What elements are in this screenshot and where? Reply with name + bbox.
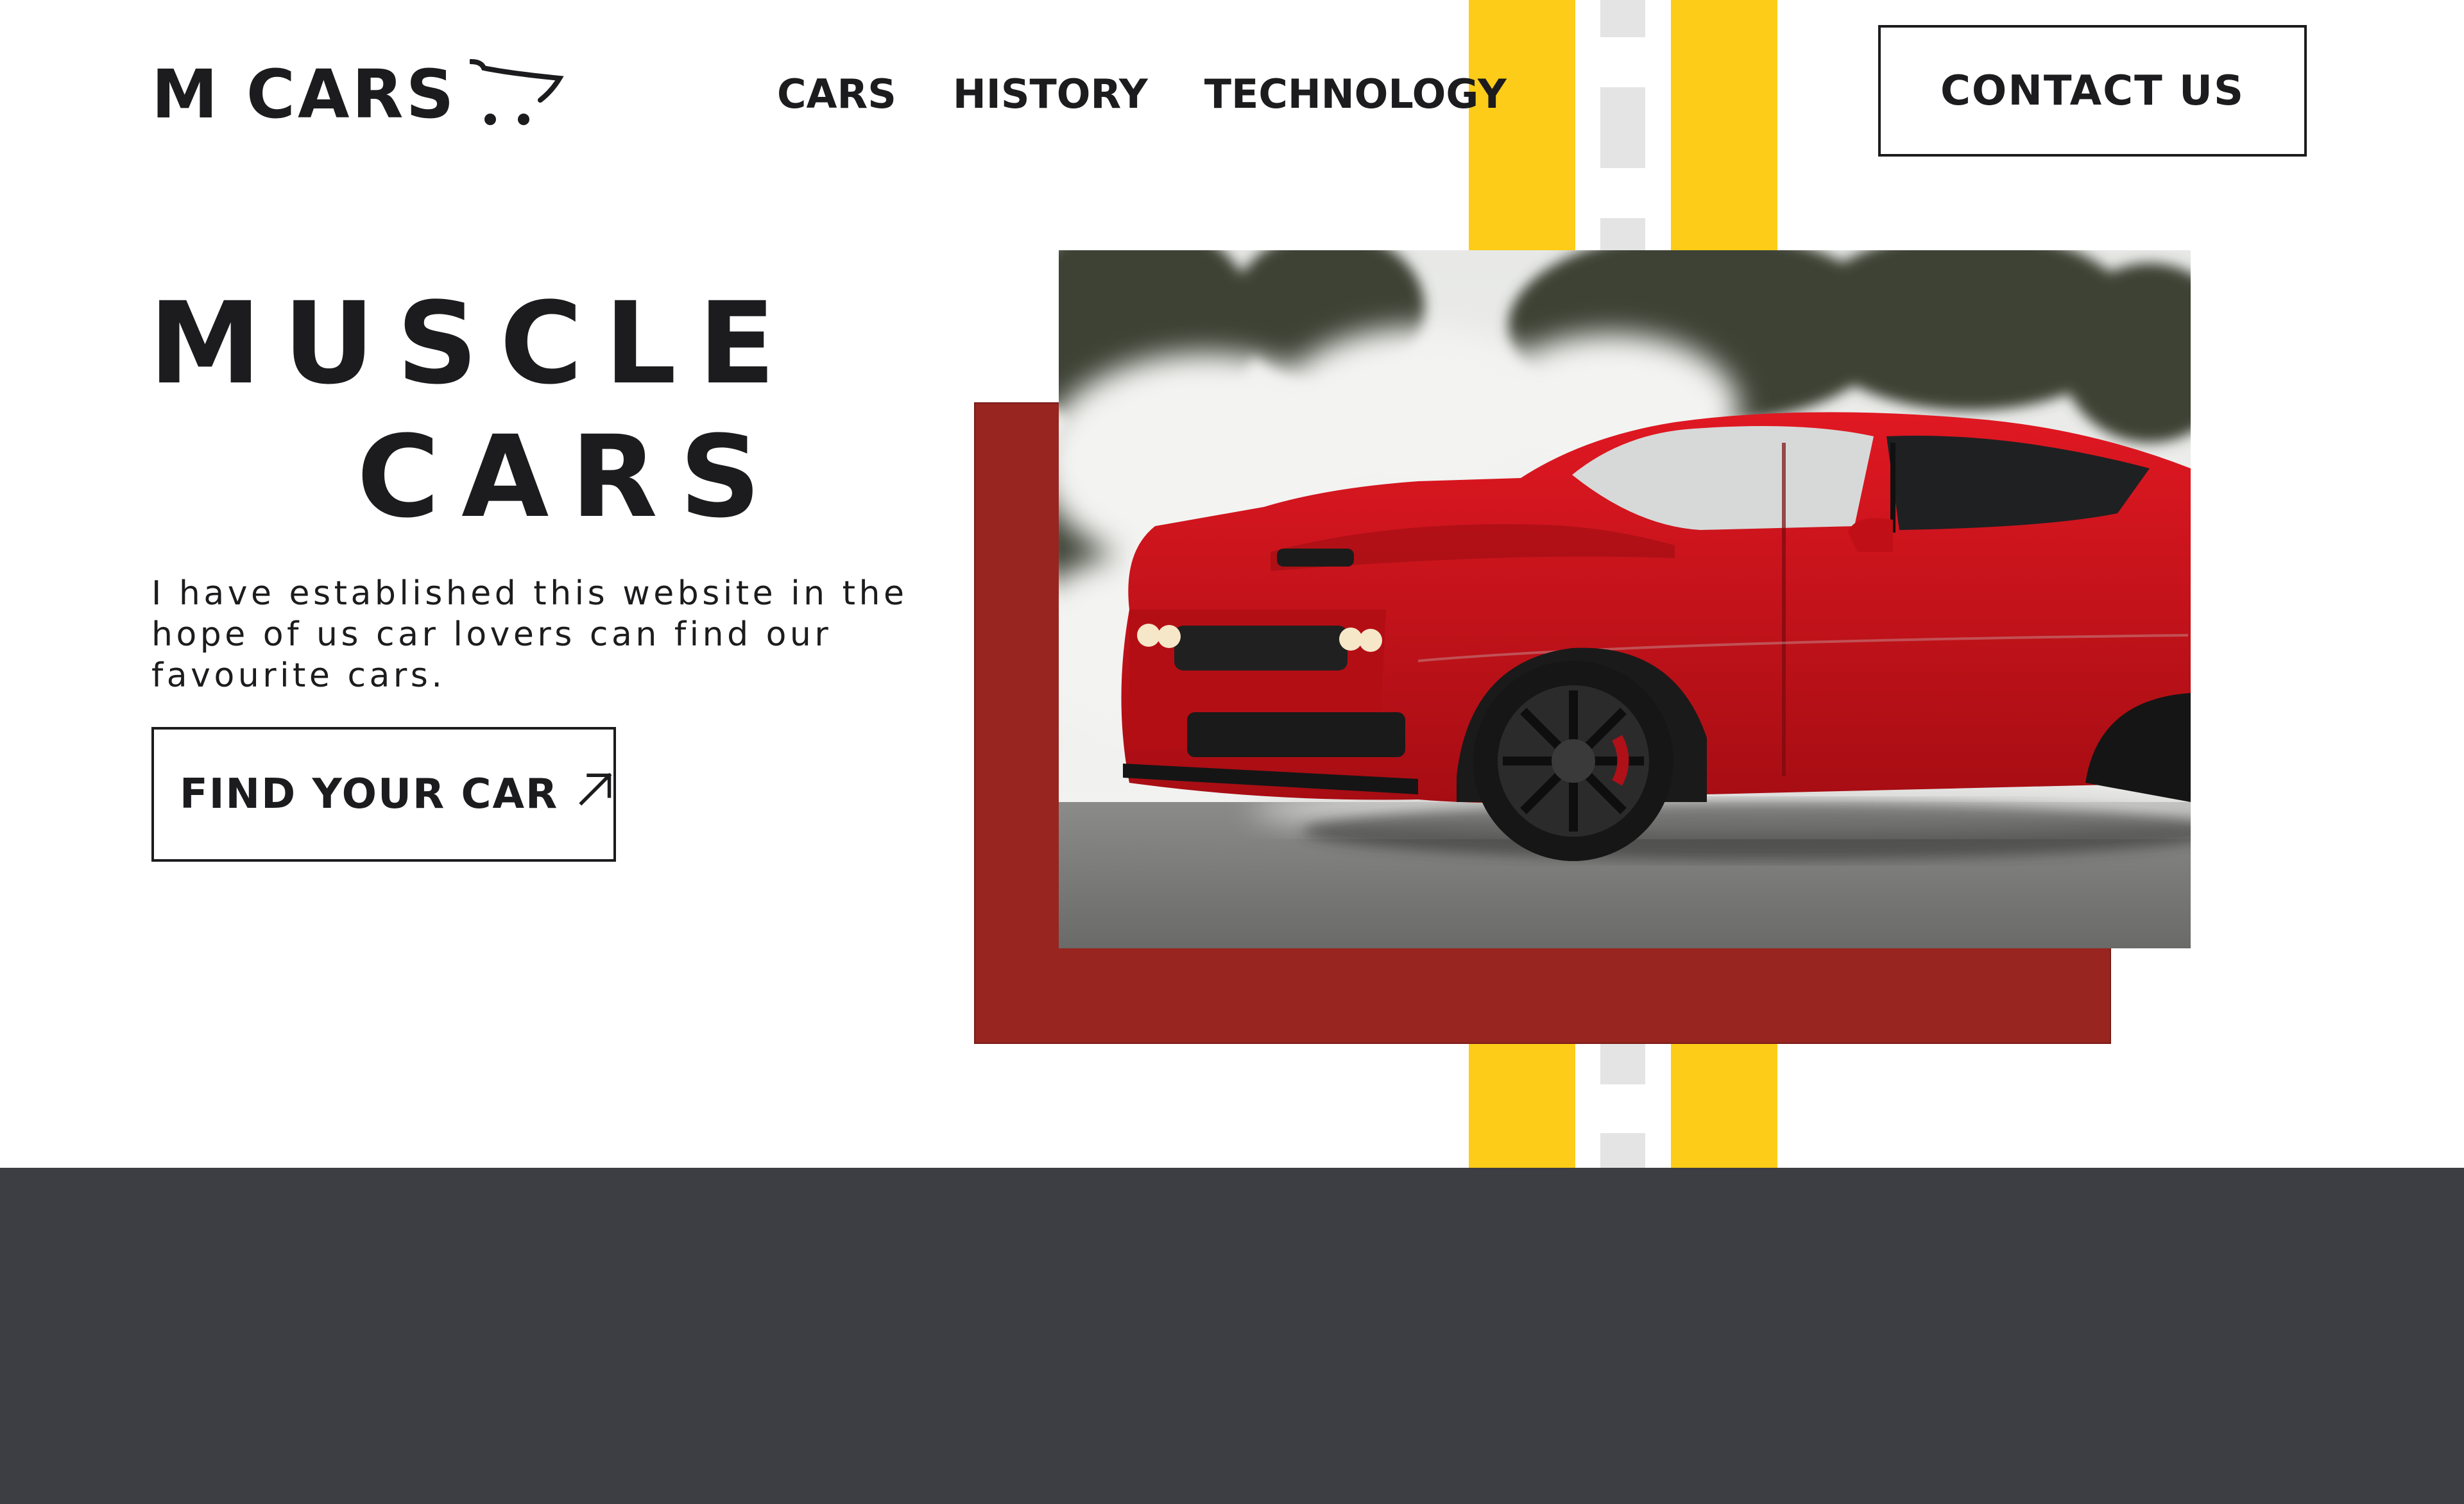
intro-line: I have established this website in the: [151, 574, 908, 613]
hero-intro: I have established this website in the h…: [151, 573, 941, 696]
hero-title-line-1: MUSCLE: [149, 278, 798, 409]
road-dash: [1600, 218, 1645, 250]
road-dash: [1600, 87, 1645, 168]
nav-item-cars[interactable]: CARS: [777, 71, 896, 117]
car-illustration: [1059, 250, 2191, 948]
footer-band: [0, 1168, 2464, 1504]
find-your-car-label: FIND YOUR CAR: [180, 771, 559, 818]
hero-title-line-2: CARS: [357, 411, 783, 543]
shopping-cart-icon: [469, 59, 564, 125]
road-dash: [1600, 1043, 1645, 1084]
contact-us-button[interactable]: CONTACT US: [1878, 25, 2307, 157]
hero-car-image: [1059, 250, 2191, 948]
find-your-car-button[interactable]: FIND YOUR CAR: [151, 727, 616, 862]
brand-name: M CARS: [151, 55, 457, 133]
road-dash: [1600, 1133, 1645, 1168]
nav-item-history[interactable]: HISTORY: [953, 71, 1148, 117]
arrow-up-right-icon: [579, 773, 612, 806]
road-dash: [1600, 0, 1645, 37]
nav-item-technology[interactable]: TECHNOLOGY: [1204, 71, 1507, 117]
intro-line: hope of us car lovers can find our: [151, 615, 832, 654]
intro-line: favourite cars.: [151, 656, 446, 695]
main-nav: CARS HISTORY TECHNOLOGY: [777, 68, 1563, 119]
brand-logo[interactable]: M CARS: [151, 55, 566, 133]
